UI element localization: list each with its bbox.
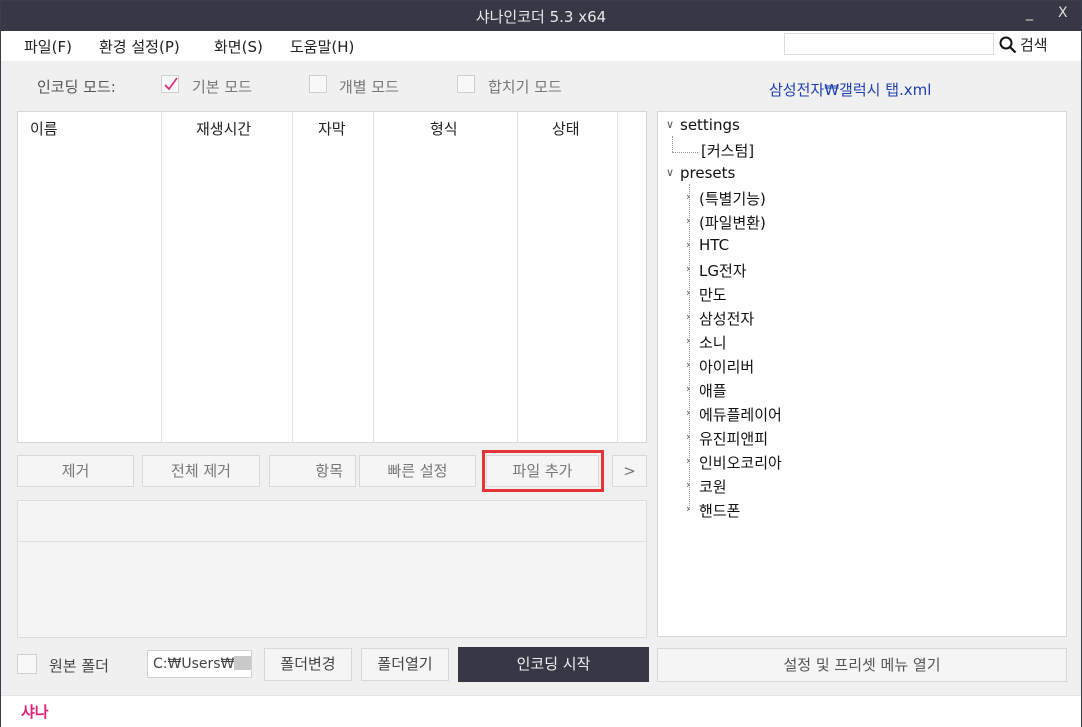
title-bar: 샤나인코더 5.3 x64 _ X xyxy=(1,1,1081,31)
minimize-button[interactable]: _ xyxy=(1026,5,1033,21)
tree-node-preset[interactable]: 소니 xyxy=(699,332,727,353)
chevron-right-icon[interactable]: › xyxy=(686,430,690,443)
chevron-right-icon[interactable]: › xyxy=(686,382,690,395)
menu-preferences[interactable]: 환경 설정(P) xyxy=(99,36,180,57)
chevron-right-icon[interactable]: › xyxy=(686,358,690,371)
items-button[interactable]: 항목 xyxy=(269,455,356,487)
chevron-right-icon[interactable]: › xyxy=(686,286,690,299)
tree-node-settings[interactable]: settings xyxy=(680,116,740,134)
preset-path-link[interactable]: 삼성전자₩갤럭시 탭.xml xyxy=(769,79,931,100)
chevron-right-icon[interactable]: › xyxy=(686,190,690,203)
app-window: 샤나인코더 5.3 x64 _ X 파일(F) 환경 설정(P) 화면(S) 도… xyxy=(0,0,1082,727)
column-header-status[interactable]: 상태 xyxy=(552,118,580,139)
remove-button[interactable]: 제거 xyxy=(17,455,134,487)
chevron-right-icon[interactable]: › xyxy=(686,406,690,419)
tree-node-preset[interactable]: 에듀플레이어 xyxy=(699,404,782,425)
chevron-down-icon[interactable]: ∨ xyxy=(666,166,674,179)
tree-node-presets[interactable]: presets xyxy=(680,164,735,182)
column-header-name[interactable]: 이름 xyxy=(30,118,58,139)
chevron-right-icon[interactable]: › xyxy=(686,478,690,491)
file-list-table[interactable]: 이름 재생시간 자막 형식 상태 xyxy=(17,111,647,443)
tree-node-preset[interactable]: (특별기능) xyxy=(699,188,766,209)
tree-node-preset[interactable]: 만도 xyxy=(699,284,727,305)
status-bar: 샤나 xyxy=(1,695,1081,727)
tree-node-custom[interactable]: [커스텀] xyxy=(701,140,754,161)
search-button-label: 검색 xyxy=(1020,36,1048,54)
basic-mode-label: 기본 모드 xyxy=(192,78,252,96)
redacted-path-block xyxy=(234,656,251,670)
open-folder-button[interactable]: 폴더열기 xyxy=(361,648,449,681)
chevron-right-icon[interactable]: › xyxy=(686,238,690,251)
source-folder-label: 원본 폴더 xyxy=(49,657,109,675)
column-divider xyxy=(161,112,162,442)
checkmark-icon xyxy=(164,77,178,91)
tree-node-preset[interactable]: 코원 xyxy=(699,476,727,497)
tree-line xyxy=(672,136,673,152)
change-folder-button[interactable]: 폴더변경 xyxy=(264,648,352,681)
menu-view[interactable]: 화면(S) xyxy=(214,36,263,57)
folder-path-text: C:₩Users₩ xyxy=(153,656,235,672)
chevron-right-icon[interactable]: › xyxy=(686,502,690,515)
add-file-highlight xyxy=(482,450,604,492)
tree-node-preset[interactable]: 인비오코리아 xyxy=(699,452,782,473)
tree-node-preset[interactable]: 아이리버 xyxy=(699,356,754,377)
menu-file[interactable]: 파일(F) xyxy=(24,36,72,57)
column-header-format[interactable]: 형식 xyxy=(430,118,458,139)
column-divider xyxy=(617,112,618,442)
column-header-subtitle[interactable]: 자막 xyxy=(318,118,346,139)
window-title: 샤나인코더 5.3 x64 xyxy=(475,8,607,26)
column-divider xyxy=(292,112,293,442)
tree-node-preset[interactable]: (파일변환) xyxy=(699,212,766,233)
tree-node-preset[interactable]: HTC xyxy=(699,236,729,254)
chevron-right-icon[interactable]: › xyxy=(686,334,690,347)
file-info-panel xyxy=(17,500,647,638)
chevron-right-icon[interactable]: › xyxy=(686,262,690,275)
chevron-right-icon[interactable]: › xyxy=(686,310,690,323)
merge-mode-checkbox[interactable] xyxy=(457,75,475,93)
open-settings-menu-button[interactable]: 설정 및 프리셋 메뉴 열기 xyxy=(657,648,1067,682)
column-divider xyxy=(373,112,374,442)
info-divider xyxy=(18,541,646,542)
preset-tree[interactable]: ∨ settings [커스텀] ∨ presets › (특별기능) › (파일변환… xyxy=(657,111,1067,637)
brand-label: 샤나 xyxy=(21,703,49,721)
basic-mode-checkbox[interactable] xyxy=(161,75,179,93)
chevron-down-icon[interactable]: ∨ xyxy=(666,118,674,131)
column-divider xyxy=(517,112,518,442)
tree-node-preset[interactable]: LG전자 xyxy=(699,260,747,281)
start-encoding-button[interactable]: 인코딩 시작 xyxy=(458,647,649,682)
column-header-duration[interactable]: 재생시간 xyxy=(196,118,251,139)
tree-node-preset[interactable]: 핸드폰 xyxy=(699,500,740,521)
search-icon xyxy=(999,36,1017,54)
tree-line xyxy=(672,152,698,153)
individual-mode-checkbox[interactable] xyxy=(309,75,327,93)
remove-all-button[interactable]: 전체 제거 xyxy=(142,455,260,487)
folder-path-field[interactable]: C:₩Users₩ xyxy=(147,650,252,678)
search-button[interactable]: 검색 xyxy=(999,34,1048,55)
tree-node-preset[interactable]: 유진피앤피 xyxy=(699,428,768,449)
individual-mode-label: 개별 모드 xyxy=(339,78,399,96)
search-input[interactable] xyxy=(784,33,994,55)
merge-mode-label: 합치기 모드 xyxy=(488,78,562,96)
chevron-right-icon[interactable]: › xyxy=(686,454,690,467)
close-button[interactable]: X xyxy=(1058,5,1068,21)
menu-help[interactable]: 도움말(H) xyxy=(290,36,354,57)
encoding-mode-label: 인코딩 모드: xyxy=(37,78,116,96)
tree-node-preset[interactable]: 애플 xyxy=(699,380,727,401)
tree-node-preset[interactable]: 삼성전자 xyxy=(699,308,754,329)
source-folder-checkbox[interactable] xyxy=(17,654,37,674)
quick-settings-button[interactable]: 빠른 설정 xyxy=(359,455,476,487)
more-button[interactable]: > xyxy=(612,455,647,487)
chevron-right-icon[interactable]: › xyxy=(686,214,690,227)
